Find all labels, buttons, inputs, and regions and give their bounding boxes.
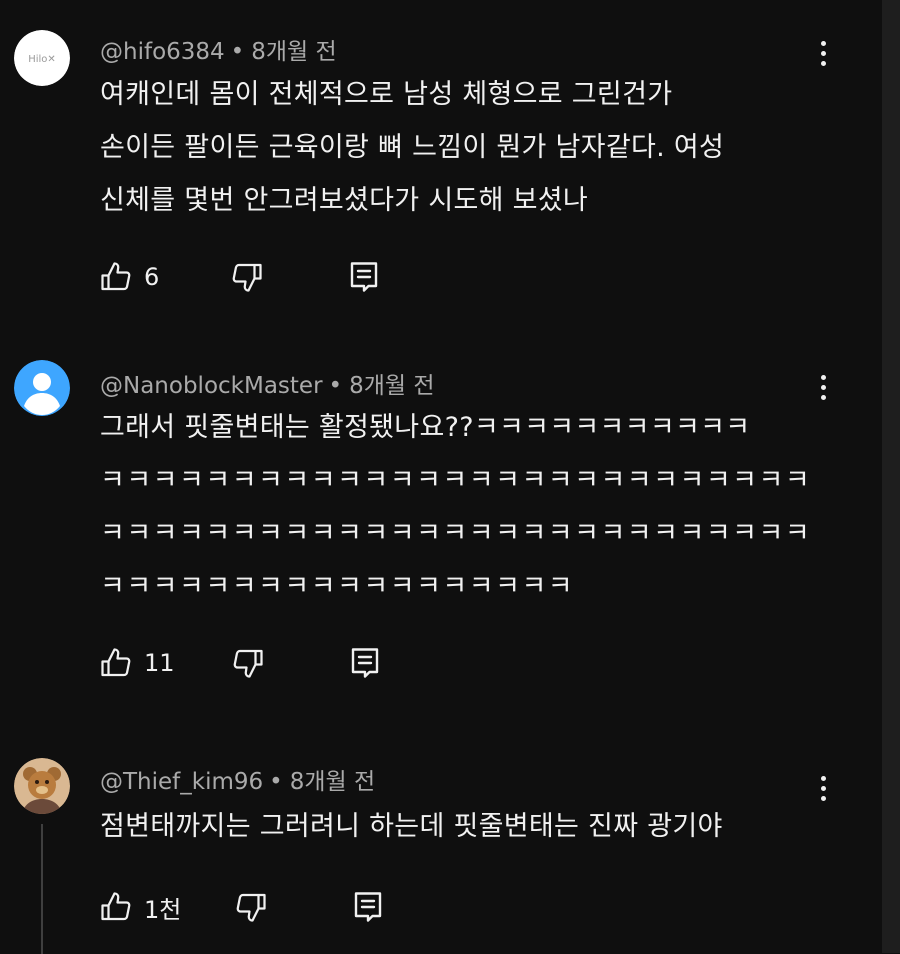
thumb-down-icon bbox=[233, 649, 263, 678]
reply-button[interactable] bbox=[350, 889, 386, 925]
thread-line bbox=[41, 824, 43, 954]
author-name[interactable]: @hifo6384 bbox=[100, 39, 225, 65]
comment-line: 손이든 팔이든 근육이랑 뼈 느낌이 뭔가 남자같다. 여성 bbox=[100, 132, 725, 163]
thumb-down-icon bbox=[236, 893, 266, 922]
avatar[interactable] bbox=[14, 758, 70, 814]
thumb-up-icon bbox=[101, 262, 131, 291]
comment-line: ㅋㅋㅋㅋㅋㅋㅋㅋㅋㅋㅋㅋㅋㅋㅋㅋㅋㅋㅋㅋㅋㅋㅋㅋㅋㅋㅋ bbox=[100, 465, 812, 496]
comment-text: 여캐인데 몸이 전체적으로 남성 체형으로 그린건가 손이든 팔이든 근육이랑 … bbox=[100, 68, 800, 227]
avatar[interactable]: Hilo✕ bbox=[14, 30, 70, 86]
like-count: 1천 bbox=[144, 895, 182, 924]
more-vertical-icon[interactable] bbox=[808, 768, 838, 808]
comment-meta: @Thief_kim96 • 8개월 전 bbox=[100, 762, 375, 796]
timestamp[interactable]: 8개월 전 bbox=[251, 39, 336, 65]
like-button[interactable]: 1천 bbox=[98, 889, 181, 925]
comment-text: 그래서 핏줄변태는 활정됐나요??ㅋㅋㅋㅋㅋㅋㅋㅋㅋㅋㅋ ㅋㅋㅋㅋㅋㅋㅋㅋㅋㅋㅋ… bbox=[100, 401, 812, 613]
comment-reply-icon bbox=[355, 892, 382, 922]
comment-item: Hilo✕ @hifo6384 • 8개월 전 여캐인데 몸이 전체적으로 남성 체… bbox=[0, 0, 880, 320]
dislike-button[interactable] bbox=[233, 889, 269, 925]
comment-line: 점변태까지는 그러려니 하는데 핏줄변태는 진짜 광기야 bbox=[100, 811, 723, 842]
comment-line: 그래서 핏줄변태는 활정됐나요??ㅋㅋㅋㅋㅋㅋㅋㅋㅋㅋㅋ bbox=[100, 412, 751, 443]
avatar[interactable] bbox=[14, 360, 70, 416]
comment-item: @NanoblockMaster • 8개월 전 그래서 핏줄변태는 활정됐나요??… bbox=[0, 320, 880, 730]
comment-line: ㅋㅋㅋㅋㅋㅋㅋㅋㅋㅋㅋㅋㅋㅋㅋㅋㅋㅋㅋㅋㅋㅋㅋㅋㅋㅋㅋ bbox=[100, 518, 812, 549]
timestamp[interactable]: 8개월 전 bbox=[349, 373, 434, 399]
reply-button[interactable] bbox=[347, 645, 383, 681]
like-count: 6 bbox=[144, 263, 160, 291]
comment-line: 여캐인데 몸이 전체적으로 남성 체형으로 그린건가 bbox=[100, 79, 673, 110]
separator-dot: • bbox=[230, 39, 245, 65]
thumb-up-icon bbox=[101, 892, 131, 921]
author-name[interactable]: @Thief_kim96 bbox=[100, 769, 263, 795]
separator-dot: • bbox=[269, 769, 283, 795]
timestamp[interactable]: 8개월 전 bbox=[290, 769, 375, 795]
more-vertical-icon[interactable] bbox=[808, 33, 838, 73]
comment-reply-icon bbox=[351, 262, 378, 292]
comment-meta: @NanoblockMaster • 8개월 전 bbox=[100, 366, 435, 400]
right-edge-strip bbox=[882, 0, 900, 953]
comment-actions: 11 bbox=[98, 643, 383, 683]
dislike-button[interactable] bbox=[230, 645, 266, 681]
comment-text: 점변태까지는 그러려니 하는데 핏줄변태는 진짜 광기야 bbox=[100, 800, 800, 853]
comment-actions: 6 bbox=[98, 257, 382, 297]
thumb-down-icon bbox=[232, 263, 262, 292]
author-name[interactable]: @NanoblockMaster bbox=[100, 373, 323, 399]
separator-dot: • bbox=[328, 373, 343, 399]
comment-line: 신체를 몇번 안그려보셨다가 시도해 보셨나 bbox=[100, 185, 589, 216]
dislike-button[interactable] bbox=[229, 259, 265, 295]
comment-line: ㅋㅋㅋㅋㅋㅋㅋㅋㅋㅋㅋㅋㅋㅋㅋㅋㅋㅋ bbox=[100, 571, 575, 602]
reply-button[interactable] bbox=[346, 259, 382, 295]
comment-reply-icon bbox=[351, 648, 378, 678]
more-vertical-icon[interactable] bbox=[808, 367, 838, 407]
comment-meta: @hifo6384 • 8개월 전 bbox=[100, 32, 337, 66]
comment-item: @Thief_kim96 • 8개월 전 점변태까지는 그러려니 하는데 핏줄변태는… bbox=[0, 730, 880, 954]
like-count: 11 bbox=[144, 649, 175, 677]
thumb-up-icon bbox=[101, 648, 131, 677]
like-button[interactable]: 6 bbox=[98, 259, 159, 295]
avatar-logo-text: Hilo✕ bbox=[28, 54, 56, 65]
comment-actions: 1천 bbox=[98, 887, 386, 927]
like-button[interactable]: 11 bbox=[98, 645, 175, 681]
